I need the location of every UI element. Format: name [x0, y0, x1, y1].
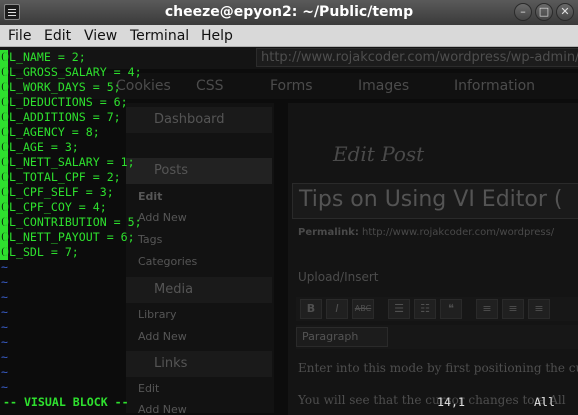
tilde-marker: ~ [1, 305, 8, 319]
tilde-marker: ~ [1, 290, 8, 304]
window-title: cheeze@epyon2: ~/Public/temp [164, 4, 414, 20]
vim-line[interactable]: C OL_CPF_COY = 4; [0, 200, 107, 215]
tilde-marker: ~ [1, 365, 8, 379]
tilde-marker: ~ [1, 275, 8, 289]
vim-editor[interactable]: C OL_NAME = 2; C OL_GROSS_SALARY = 4; C OL_… [0, 47, 578, 415]
vim-cursor-position: 14,1 [437, 395, 465, 409]
vim-line[interactable]: C OL_SDL = 7; [0, 245, 79, 260]
vim-scroll-position: All [534, 395, 555, 409]
tilde-marker: ~ [1, 335, 8, 349]
vim-line[interactable]: C OL_ADDITIONS = 7; [0, 110, 121, 125]
menu-edit[interactable]: Edit [44, 28, 71, 44]
vim-line[interactable]: C OL_NETT_PAYOUT = 6; [0, 230, 135, 245]
terminal-menubar: File Edit View Terminal Help [0, 25, 578, 47]
menu-terminal[interactable]: Terminal [130, 28, 189, 44]
vim-line[interactable]: C OL_WORK_DAYS = 5; [0, 80, 121, 95]
vim-mode-indicator: -- VISUAL BLOCK -- [3, 395, 129, 409]
vim-line[interactable]: C OL_TOTAL_CPF = 2; [0, 170, 121, 185]
menu-help[interactable]: Help [201, 28, 233, 44]
vim-line[interactable]: C OL_CPF_SELF = 3; [0, 185, 114, 200]
vim-line[interactable]: C OL_NETT_SALARY = 1; [0, 155, 135, 170]
vim-line[interactable]: C OL_GROSS_SALARY = 4; [0, 65, 142, 80]
close-button[interactable]: ✕ [556, 3, 574, 21]
vim-line[interactable]: C OL_NAME = 2; [0, 50, 86, 65]
vim-line[interactable]: C OL_AGENCY = 8; [0, 125, 100, 140]
tilde-marker: ~ [1, 320, 8, 334]
window-titlebar[interactable]: cheeze@epyon2: ~/Public/temp – □ ✕ [0, 0, 578, 25]
minimize-button[interactable]: – [514, 3, 532, 21]
tilde-marker: ~ [1, 380, 8, 394]
tilde-marker: ~ [1, 260, 8, 274]
menu-file[interactable]: File [8, 28, 31, 44]
tilde-marker: ~ [1, 350, 8, 364]
vim-line[interactable]: C OL_DEDUCTIONS = 6; [0, 95, 128, 110]
maximize-button[interactable]: □ [535, 3, 553, 21]
vim-line[interactable]: C OL_AGE = 3; [0, 140, 79, 155]
menu-view[interactable]: View [84, 28, 117, 44]
vim-line[interactable]: C OL_CONTRIBUTION = 5; [0, 215, 142, 230]
